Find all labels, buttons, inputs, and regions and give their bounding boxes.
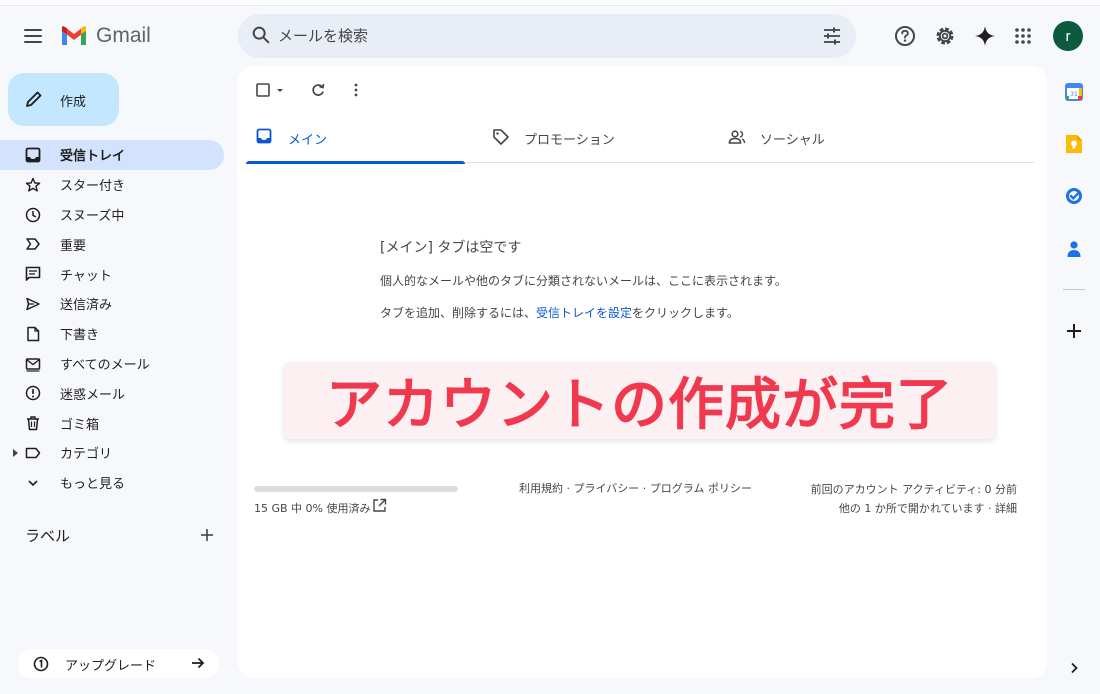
empty-state-description: 個人的なメールや他のタブに分類されないメールは、ここに表示されます。 — [380, 274, 787, 288]
people-icon — [728, 130, 746, 144]
spam-icon — [25, 386, 41, 401]
select-all-checkbox[interactable] — [255, 80, 286, 100]
sidebar-item-important[interactable]: 重要 — [0, 229, 224, 259]
sidebar-item-sent[interactable]: 送信済み — [0, 289, 224, 319]
sidebar-item-chat[interactable]: チャット — [0, 259, 224, 289]
send-icon — [26, 297, 40, 311]
menu-icon — [24, 29, 42, 31]
tab-main[interactable]: メイン — [246, 116, 465, 164]
completion-banner: アカウントの作成が完了 — [284, 362, 995, 439]
chevron-down-icon — [28, 480, 38, 486]
gemini-icon — [975, 26, 995, 46]
calendar-app-button[interactable]: 31 — [1063, 81, 1085, 103]
settings-button[interactable] — [933, 24, 957, 48]
calendar-icon: 31 — [1065, 83, 1083, 101]
sidebar-item-spam[interactable]: 迷惑メール — [0, 378, 224, 408]
add-icon — [1067, 324, 1081, 338]
tasks-icon — [1066, 188, 1082, 204]
contacts-icon — [1067, 241, 1081, 257]
storage-usage-text: 15 GB 中 0% 使用済み — [254, 502, 371, 515]
all-mail-icon — [25, 357, 41, 372]
refresh-button[interactable] — [310, 80, 326, 100]
help-button[interactable] — [893, 24, 917, 48]
search-icon[interactable] — [250, 24, 272, 46]
inbox-settings-link[interactable]: 受信トレイを設定 — [536, 306, 632, 320]
pencil-icon — [26, 91, 42, 107]
star-icon — [25, 177, 41, 192]
refresh-icon — [312, 83, 325, 96]
search-bar[interactable] — [238, 14, 856, 58]
app-name: Gmail — [96, 24, 151, 47]
help-icon — [895, 26, 915, 46]
clock-icon — [25, 207, 41, 222]
sidebar-item-more[interactable]: もっと見る — [0, 468, 224, 498]
arrow-right-icon — [192, 657, 205, 669]
tasks-app-button[interactable] — [1063, 185, 1085, 207]
expand-caret-icon[interactable] — [13, 448, 18, 457]
tab-social[interactable]: ソーシャル — [718, 116, 937, 163]
open-in-new-icon — [373, 498, 387, 512]
sidebar-nav: 受信トレイ スター付き スヌーズ中 重要 チャット 送信済み 下書き すべてのメ… — [0, 140, 224, 498]
inbox-icon — [25, 147, 41, 163]
sidebar-item-snoozed[interactable]: スヌーズ中 — [0, 200, 224, 230]
more-actions-button[interactable] — [348, 80, 364, 100]
labels-heading: ラベル — [25, 527, 71, 545]
important-icon — [26, 238, 40, 251]
tab-promotions[interactable]: プロモーション — [482, 116, 701, 163]
empty-state-title: [メイン] タブは空です — [380, 240, 522, 256]
empty-state-hint: タブを追加、削除するには、受信トレイを設定をクリックします。 — [380, 306, 739, 320]
tune-icon[interactable] — [822, 26, 842, 46]
chevron-right-icon — [1071, 662, 1078, 674]
more-vert-icon — [354, 83, 358, 97]
storage-bar — [254, 486, 458, 492]
chat-icon — [25, 266, 41, 281]
label-icon — [25, 447, 41, 459]
sidebar-item-starred[interactable]: スター付き — [0, 170, 224, 200]
footer-policy-links[interactable]: 利用規約 · プライバシー · プログラム ポリシー — [519, 480, 752, 496]
apps-icon — [1015, 28, 1031, 44]
settings-icon — [936, 27, 954, 45]
keep-app-button[interactable] — [1063, 133, 1085, 155]
activity-details-link[interactable]: 詳細 — [995, 502, 1017, 515]
sidebar-item-inbox[interactable]: 受信トレイ — [0, 140, 224, 170]
rail-divider — [1063, 289, 1085, 290]
gmail-logo[interactable]: Gmail — [60, 24, 151, 48]
contacts-app-button[interactable] — [1063, 238, 1085, 260]
account-avatar[interactable]: r — [1053, 21, 1083, 51]
inbox-icon — [256, 128, 272, 144]
upgrade-button[interactable]: アップグレード — [18, 649, 219, 678]
show-side-panel-button[interactable] — [1063, 657, 1085, 679]
trash-icon — [27, 416, 39, 431]
checkbox-icon — [256, 83, 270, 97]
browser-top-edge — [0, 0, 1100, 6]
caret-down-icon — [277, 89, 283, 92]
sidebar-item-all-mail[interactable]: すべてのメール — [0, 349, 224, 379]
sidebar-item-trash[interactable]: ゴミ箱 — [0, 408, 224, 438]
upgrade-badge-icon — [33, 656, 49, 672]
manage-storage-button[interactable] — [372, 498, 387, 517]
gemini-button[interactable] — [973, 24, 997, 48]
compose-button[interactable]: 作成 — [8, 73, 119, 126]
compose-label: 作成 — [60, 95, 87, 110]
keep-icon — [1066, 135, 1082, 153]
tag-icon — [493, 129, 509, 145]
last-activity-text: 前回のアカウント アクティビティ: 0 分前 — [810, 483, 1017, 496]
gmail-m-icon — [62, 26, 86, 45]
account-activity: 前回のアカウント アクティビティ: 0 分前 他の 1 か所で開かれています ·… — [811, 480, 1017, 518]
sidebar-item-drafts[interactable]: 下書き — [0, 319, 224, 349]
inbox-tabs: メイン プロモーション ソーシャル — [246, 116, 1034, 164]
upgrade-label: アップグレード — [65, 659, 157, 674]
add-label-button[interactable] — [197, 525, 217, 545]
sidebar-item-categories[interactable]: カテゴリ — [0, 438, 224, 468]
svg-text:31: 31 — [1070, 91, 1078, 98]
get-addons-button[interactable] — [1063, 320, 1085, 342]
search-input[interactable] — [278, 14, 798, 58]
draft-icon — [27, 326, 40, 342]
main-menu-button[interactable] — [20, 24, 46, 48]
add-icon — [201, 529, 213, 541]
banner-text: アカウントの作成が完了 — [326, 373, 953, 438]
apps-button[interactable] — [1011, 24, 1035, 48]
